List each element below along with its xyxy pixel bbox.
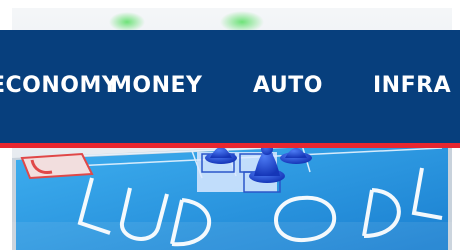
nav-item-money[interactable]: MONEY	[110, 72, 202, 100]
nav-item-economy[interactable]: ECONOMY	[0, 72, 118, 100]
navbar-underline	[0, 143, 460, 148]
nav-item-auto[interactable]: AUTO	[253, 72, 323, 100]
category-navbar: ECONOMY MONEY AUTO INFRA	[0, 30, 460, 143]
nav-item-infra[interactable]: INFRA	[373, 72, 451, 100]
